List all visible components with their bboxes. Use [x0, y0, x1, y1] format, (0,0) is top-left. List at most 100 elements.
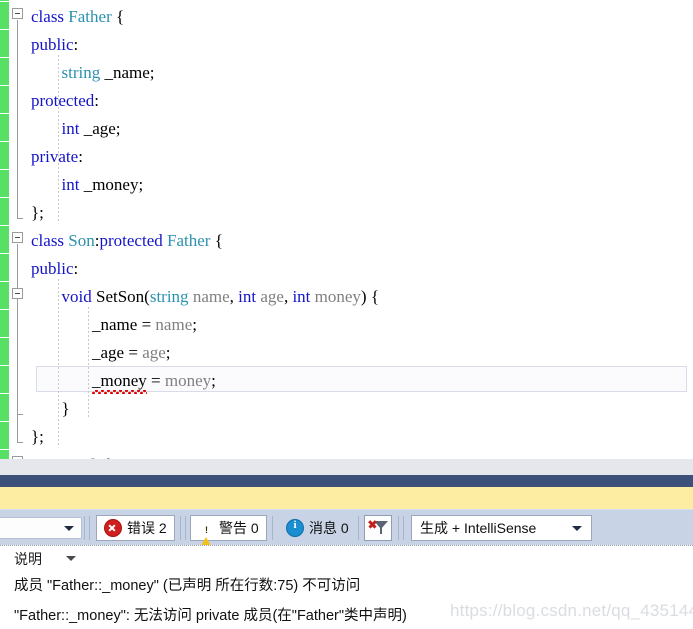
- clear-filter-button[interactable]: [364, 515, 392, 541]
- column-header-description[interactable]: 说明: [14, 549, 42, 569]
- code-token: age: [142, 343, 166, 362]
- info-circle-icon: [286, 519, 304, 537]
- code-token: =: [146, 371, 165, 390]
- code-line[interactable]: int main() {: [31, 451, 111, 459]
- toolbar-separator: [398, 516, 399, 540]
- code-line[interactable]: string _name;: [62, 59, 155, 87]
- output-highlight-bar: [0, 487, 693, 509]
- code-token: _age: [92, 343, 125, 362]
- code-line[interactable]: void SetSon(string name, int age, int mo…: [62, 283, 380, 311]
- code-token: {: [111, 7, 125, 26]
- change-bar-gap: [0, 1, 9, 2]
- error-list-column-header[interactable]: 说明: [0, 545, 693, 570]
- code-line[interactable]: int _age;: [62, 115, 121, 143]
- change-tracking-bar: [0, 0, 9, 459]
- outlining-gutter[interactable]: [9, 0, 31, 459]
- code-token: :: [73, 35, 79, 54]
- code-line[interactable]: class Son:protected Father {: [31, 227, 223, 255]
- code-token: int: [238, 287, 257, 306]
- code-line[interactable]: }: [62, 395, 70, 423]
- fold-region-foot: [17, 414, 23, 415]
- code-token: void: [61, 287, 92, 306]
- code-line[interactable]: _age = age;: [92, 339, 171, 367]
- code-line[interactable]: _money = money;: [92, 367, 216, 395]
- change-bar-gap: [0, 393, 9, 394]
- chevron-down-icon: [64, 526, 74, 531]
- indent-guide: [57, 55, 59, 223]
- error-description: "Father::_money": 无法访问 private 成员(在"Fath…: [14, 607, 407, 624]
- code-token: _name;: [100, 63, 155, 82]
- code-token: ) {: [360, 287, 379, 306]
- code-token: {: [210, 231, 223, 250]
- messages-toggle-button[interactable]: 消息 0: [278, 515, 357, 541]
- warnings-toggle-button[interactable]: ! 警告 0: [190, 515, 267, 551]
- code-line[interactable]: public:: [31, 255, 78, 283]
- chevron-down-icon: [572, 526, 582, 531]
- code-token: protected: [99, 231, 167, 250]
- code-line[interactable]: public:: [31, 31, 78, 59]
- code-token: protected: [31, 91, 95, 110]
- errors-count-label: 错误 2: [127, 520, 167, 536]
- error-list-row[interactable]: 成员 "Father::_money" (已声明 所在行数:75) 不可访问: [0, 569, 693, 599]
- code-token: name: [155, 315, 193, 334]
- code-line[interactable]: int _money;: [62, 171, 144, 199]
- code-editor[interactable]: class Father {public: string _name; protec…: [0, 0, 693, 459]
- messages-count-label: 消息 0: [309, 520, 349, 536]
- change-bar-gap: [0, 253, 9, 254]
- error-squiggle-token: _money: [92, 367, 147, 395]
- build-scope-combobox[interactable]: 生成 + IntelliSense: [411, 515, 592, 541]
- sort-descending-icon[interactable]: [66, 556, 76, 561]
- code-line[interactable]: };: [31, 199, 44, 227]
- code-token: :: [73, 259, 79, 278]
- change-bar-gap: [0, 421, 9, 422]
- change-bar-gap: [0, 141, 9, 142]
- code-line[interactable]: };: [31, 423, 44, 451]
- change-bar-gap: [0, 225, 9, 226]
- code-token: class: [31, 7, 69, 26]
- errors-toggle-button[interactable]: 错误 2: [96, 515, 175, 541]
- fold-collapse-icon[interactable]: [12, 288, 23, 299]
- code-line[interactable]: class Father {: [31, 3, 124, 31]
- code-token: public: [31, 259, 74, 278]
- code-line[interactable]: _name = name;: [92, 311, 197, 339]
- error-circle-icon: [104, 519, 122, 537]
- change-bar-gap: [0, 337, 9, 338]
- fold-collapse-icon[interactable]: [12, 8, 23, 19]
- change-bar-gap: [0, 85, 9, 86]
- toolbar-separator: [89, 516, 90, 540]
- error-list-toolbar[interactable]: 错误 2 ! 警告 0 消息 0 生成 + IntelliSense: [0, 509, 693, 551]
- code-token: ;: [165, 343, 171, 362]
- code-token: _age;: [79, 119, 121, 138]
- code-token: };: [31, 203, 44, 222]
- code-token: public: [31, 35, 74, 54]
- code-token: =: [124, 343, 143, 362]
- editor-horizontal-scrollbar[interactable]: [0, 459, 693, 475]
- error-description: 成员 "Father::_money" (已声明 所在行数:75) 不可访问: [14, 577, 361, 594]
- scope-filter-combobox[interactable]: [0, 517, 82, 539]
- change-bar-gap: [0, 449, 9, 450]
- code-token: ,: [229, 287, 239, 306]
- warning-triangle-icon: !: [198, 520, 214, 551]
- code-token: Father: [167, 231, 211, 250]
- change-bar-gap: [0, 113, 9, 114]
- change-bar-gap: [0, 29, 9, 30]
- code-token: };: [31, 427, 44, 446]
- fold-region-line: [17, 20, 18, 218]
- window-splitter-bar[interactable]: [0, 475, 693, 487]
- toolbar-separator: [84, 516, 85, 540]
- build-scope-label: 生成 + IntelliSense: [420, 520, 537, 536]
- code-token: age: [260, 287, 284, 306]
- indent-guide: [88, 307, 89, 419]
- code-token: Son: [68, 231, 95, 250]
- scrollbar-thumb[interactable]: [0, 459, 690, 475]
- fold-collapse-icon[interactable]: [12, 232, 23, 243]
- code-line[interactable]: protected:: [31, 87, 99, 115]
- fold-region-foot: [17, 218, 23, 219]
- change-bar-gap: [0, 365, 9, 366]
- code-token: :: [94, 91, 99, 110]
- code-text-area[interactable]: class Father {public: string _name; protec…: [31, 0, 693, 459]
- toolbar-separator: [403, 516, 404, 540]
- code-token: string: [61, 63, 101, 82]
- code-token: ;: [211, 371, 216, 390]
- watermark-text: https://blog.csdn.net/qq_43514458: [450, 601, 693, 620]
